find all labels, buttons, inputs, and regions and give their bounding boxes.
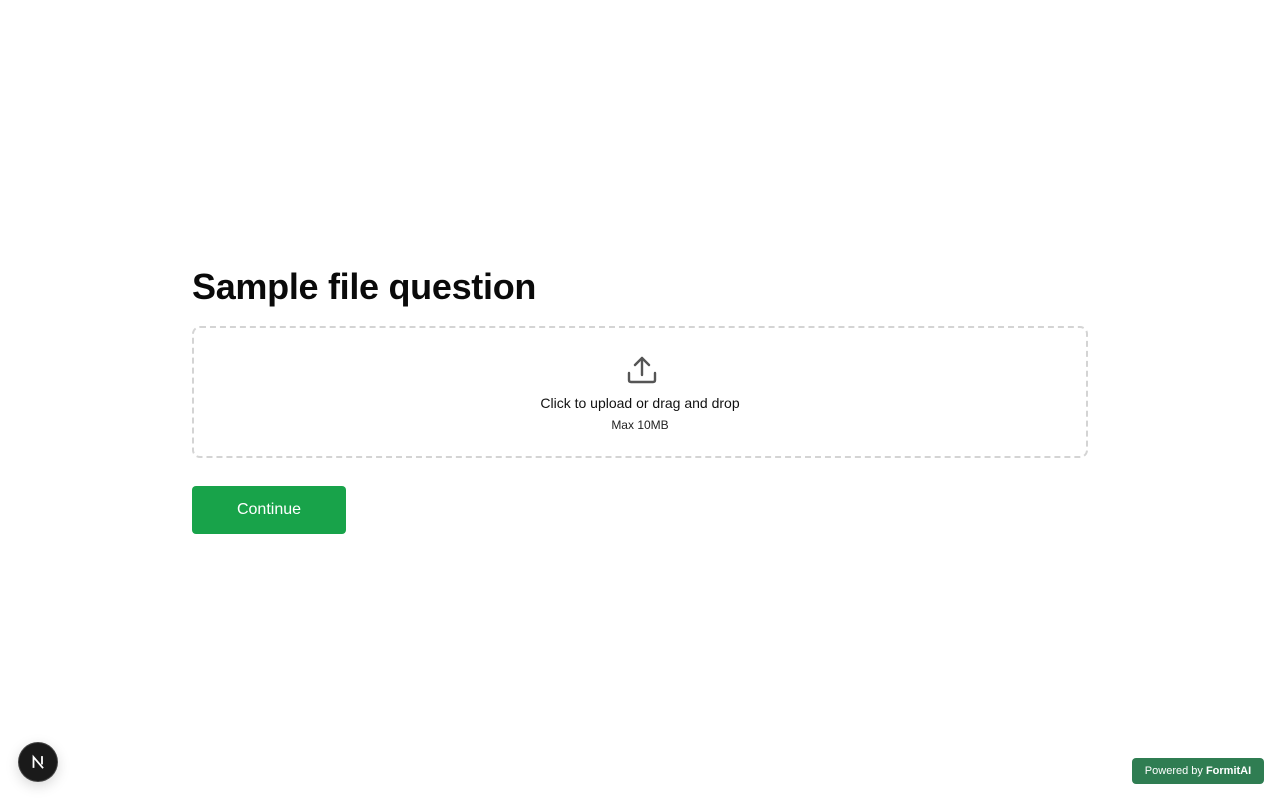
continue-button[interactable]: Continue [192,486,346,534]
powered-by-prefix: Powered by [1144,765,1206,777]
dev-tools-badge[interactable] [19,743,57,781]
nextjs-logo-icon [32,754,44,769]
file-upload-dropzone[interactable]: Click to upload or drag and drop Max 10M… [192,326,1088,458]
page: Sample file question Click to upload or … [0,0,1280,800]
upload-icon [627,356,657,384]
powered-by-badge[interactable]: Powered by FormitAI [1132,758,1264,784]
upload-size-hint: Max 10MB [611,418,669,432]
powered-by-brand: FormitAI [1205,765,1252,777]
upload-prompt: Click to upload or drag and drop [540,395,740,411]
question-title: Sample file question [192,266,537,307]
